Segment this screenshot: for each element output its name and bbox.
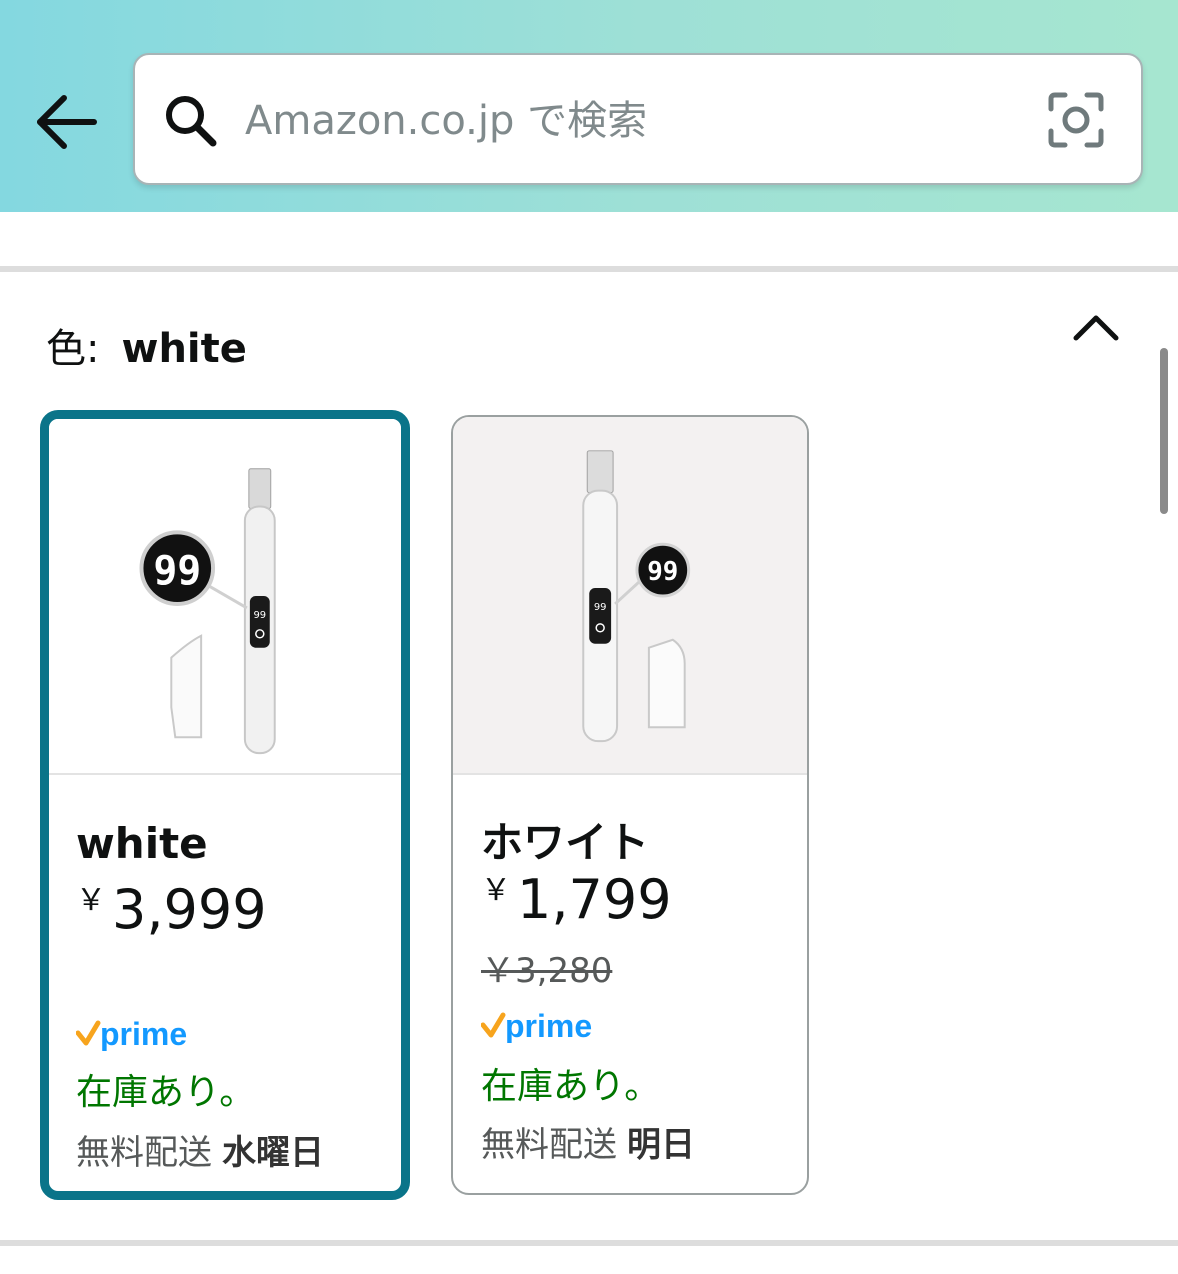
prime-text: prime (100, 1016, 187, 1051)
svg-text:99: 99 (153, 548, 201, 594)
prime-badge: prime (76, 1016, 187, 1051)
search-bar[interactable] (133, 53, 1143, 185)
camera-icon (1048, 92, 1104, 148)
variation-selected-value: white (121, 326, 247, 372)
section-divider (0, 1240, 1178, 1246)
option-name: ホワイト (481, 818, 650, 867)
delivery-day: 水曜日 (222, 1133, 324, 1173)
stock-status: 在庫あり。 (76, 1072, 256, 1113)
search-icon (166, 96, 217, 147)
option-price: ￥ 1,799 (481, 865, 672, 931)
prime-text: prime (505, 1008, 592, 1043)
top-header (0, 0, 1178, 212)
stock-status: 在庫あり。 (481, 1066, 661, 1107)
svg-text:99: 99 (253, 610, 266, 621)
variation-option-card[interactable]: 99 99 ホワイト ￥ 1,799 ￥3,280 prime 在庫あり。 無料配… (451, 415, 809, 1195)
svg-text:99: 99 (647, 557, 678, 587)
currency-symbol: ￥ (481, 873, 511, 908)
trimmer-product-image: 99 99 (582, 450, 691, 743)
delivery-info: 無料配送 水曜日 (76, 1125, 324, 1174)
product-image: 99 99 (49, 419, 401, 775)
svg-text:99: 99 (594, 602, 607, 613)
delivery-info: 無料配送 明日 (481, 1117, 695, 1166)
delivery-day: 明日 (627, 1125, 695, 1165)
option-name: white (76, 819, 208, 868)
price-value: 1,799 (517, 868, 672, 931)
chevron-up-icon (1073, 315, 1119, 341)
option-price: ￥ 3,999 (76, 875, 267, 941)
delivery-label: 無料配送 (76, 1133, 212, 1173)
collapse-button[interactable] (1070, 306, 1122, 352)
search-input[interactable] (245, 81, 1025, 161)
scrollbar[interactable] (1160, 348, 1168, 514)
list-price: ￥3,280 (481, 951, 613, 991)
trimmer-product-image: 99 99 (139, 468, 276, 755)
price-value: 3,999 (112, 878, 267, 941)
section-divider (0, 266, 1178, 272)
back-button[interactable] (34, 92, 100, 152)
currency-symbol: ￥ (76, 883, 106, 918)
arrow-left-icon (37, 95, 97, 149)
prime-badge: prime (481, 1008, 592, 1043)
variation-option-card[interactable]: 99 99 white ￥ 3,999 prime 在庫あり。 無料配送 水曜日 (40, 410, 410, 1200)
delivery-label: 無料配送 (481, 1125, 617, 1165)
variation-label-prefix: 色: (46, 326, 100, 372)
product-image: 99 99 (453, 417, 807, 775)
variation-label: 色: white (46, 316, 247, 374)
